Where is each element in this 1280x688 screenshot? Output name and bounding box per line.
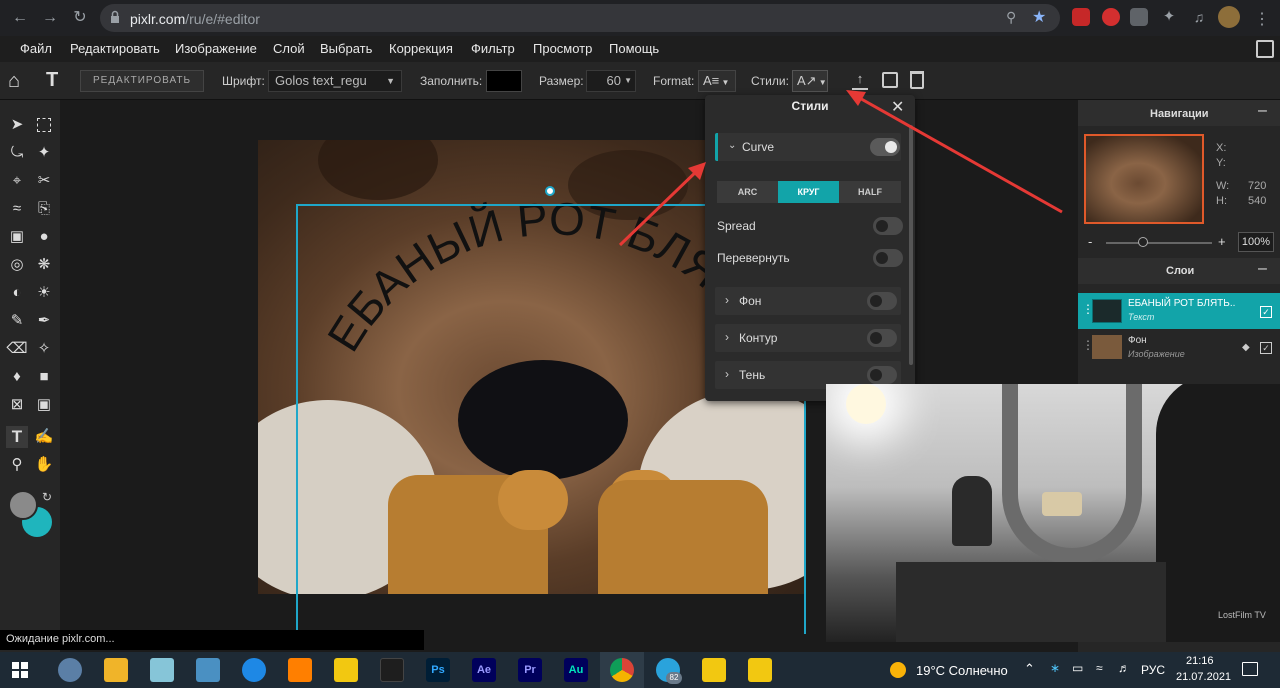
chrome-icon[interactable] [610, 658, 634, 682]
after-effects-icon[interactable]: Ae [472, 658, 496, 682]
app-icon[interactable] [150, 658, 174, 682]
taskbar: Ps Ae Pr Au 82 19°C Солнечно ⌃ ∗ ▭ ≈ ♬ Р… [0, 652, 1280, 688]
windows-start-icon[interactable] [12, 662, 28, 678]
weather-sun-icon [890, 662, 906, 678]
notifications-icon[interactable] [1242, 662, 1258, 676]
folder-icon[interactable] [104, 658, 128, 682]
video-ring [1002, 384, 1142, 564]
red-arrowhead [846, 90, 866, 106]
clock-date[interactable]: 21.07.2021 [1176, 671, 1231, 683]
video-watermark: LostFilm TV [1218, 610, 1266, 620]
app-icon[interactable] [58, 658, 82, 682]
status-bar: Ожидание pixlr.com... [0, 630, 424, 650]
network-icon[interactable]: ▭ [1072, 661, 1083, 675]
photoshop-icon[interactable]: Ps [426, 658, 450, 682]
volume-icon[interactable]: ♬ [1118, 661, 1130, 675]
figma-icon[interactable] [380, 658, 404, 682]
edge-icon[interactable] [242, 658, 266, 682]
red-arrow [618, 166, 702, 247]
weather-text[interactable]: 19°C Солнечно [916, 663, 1008, 678]
premiere-icon[interactable]: Pr [518, 658, 542, 682]
red-arrow [855, 94, 1063, 214]
video-overlay[interactable]: LostFilm TV [826, 384, 1280, 642]
language-indicator[interactable]: РУС [1141, 663, 1165, 677]
chevron-up-icon[interactable]: ⌃ [1024, 661, 1035, 677]
video-silhouette [1156, 384, 1280, 642]
app-icon[interactable] [702, 658, 726, 682]
audition-icon[interactable]: Au [564, 658, 588, 682]
powerbi-icon[interactable] [334, 658, 358, 682]
app-icon[interactable] [748, 658, 772, 682]
video-lamp [1042, 492, 1082, 516]
video-desk [896, 562, 1166, 642]
bluetooth-icon[interactable]: ∗ [1050, 661, 1060, 675]
video-sun [846, 384, 886, 424]
app-icon[interactable] [288, 658, 312, 682]
clock-time[interactable]: 21:16 [1186, 655, 1214, 667]
video-person [952, 476, 992, 546]
telegram-badge: 82 [666, 672, 682, 684]
calculator-icon[interactable] [196, 658, 220, 682]
wifi-icon[interactable]: ≈ [1096, 661, 1103, 675]
